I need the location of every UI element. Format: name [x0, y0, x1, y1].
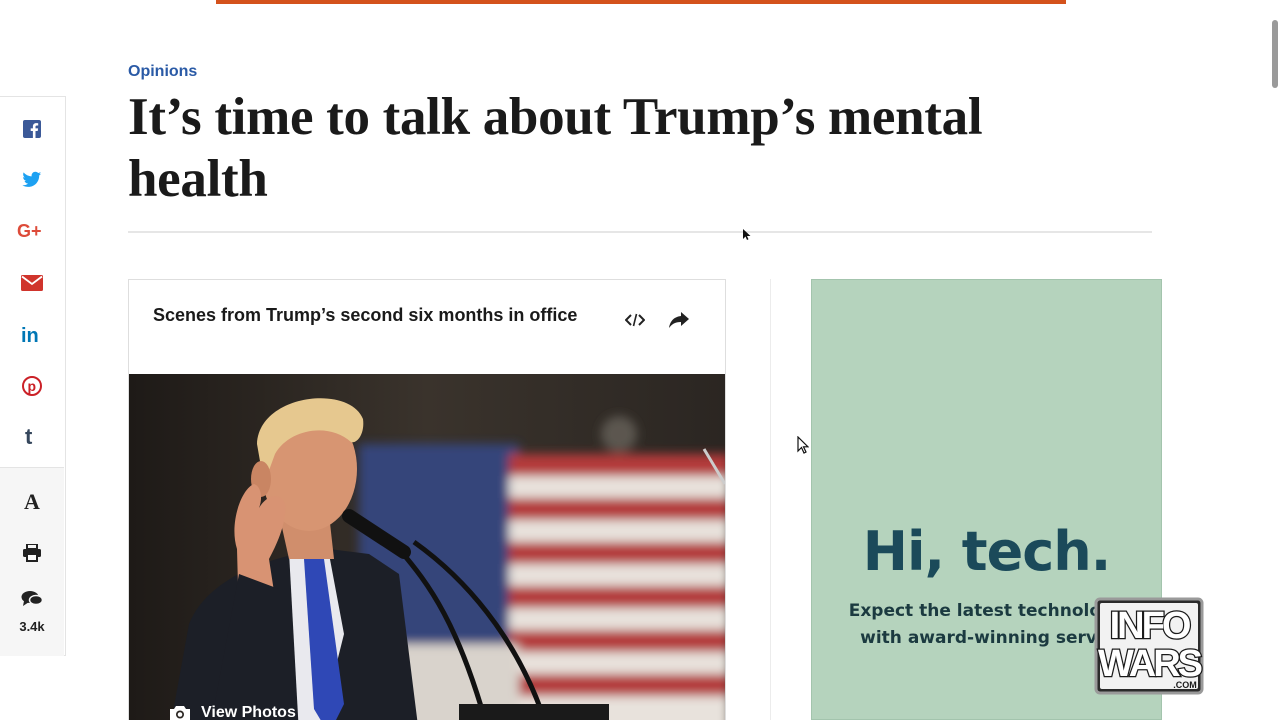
mouse-pointer-icon: [797, 436, 809, 454]
twitter-icon: [22, 171, 42, 187]
svg-text:p: p: [28, 378, 37, 394]
email-icon: [21, 275, 43, 291]
comment-count[interactable]: 3.4k: [0, 619, 64, 634]
embed-button[interactable]: [623, 308, 647, 332]
facebook-share-button[interactable]: [0, 109, 64, 149]
share-arrow-icon: [669, 312, 689, 328]
svg-text:t: t: [25, 425, 33, 447]
facebook-icon: [23, 120, 41, 138]
small-cursor-icon: [743, 229, 751, 240]
svg-text:INFO: INFO: [1110, 605, 1190, 647]
gallery-title[interactable]: Scenes from Trump’s second six months in…: [153, 304, 583, 327]
tumblr-icon: t: [25, 425, 33, 447]
svg-text:G+: G+: [17, 221, 42, 241]
article-headline: It’s time to talk about Trump’s mental h…: [128, 88, 983, 208]
tumblr-share-button[interactable]: t: [0, 416, 64, 456]
pinterest-share-button[interactable]: p: [0, 366, 64, 406]
google-plus-share-button[interactable]: G+: [0, 211, 64, 251]
view-photos-label: View Photos: [201, 704, 296, 720]
pinterest-icon: p: [22, 376, 42, 396]
svg-text:in: in: [21, 325, 39, 345]
infowars-watermark-logo: INFO WARS .COM: [1094, 597, 1205, 695]
print-icon: [23, 544, 41, 562]
embed-code-icon: [625, 313, 645, 327]
google-plus-icon: G+: [17, 221, 42, 241]
svg-text:.COM: .COM: [1173, 680, 1197, 690]
font-size-icon: A: [24, 489, 40, 514]
font-size-button[interactable]: A: [0, 482, 64, 522]
trump-speech-photo: [129, 374, 725, 720]
gallery-photo[interactable]: View Photos: [129, 374, 725, 720]
comments-icon: [21, 591, 43, 606]
scrollbar-thumb[interactable]: [1272, 20, 1278, 88]
view-photos-button[interactable]: View Photos: [169, 704, 296, 720]
share-rail: G+ in p t A 3.4k: [0, 96, 66, 656]
top-accent-bar: [216, 0, 1066, 4]
print-button[interactable]: [0, 533, 64, 573]
email-share-button[interactable]: [0, 263, 64, 303]
photo-gallery-card: Scenes from Trump’s second six months in…: [128, 279, 726, 720]
linkedin-share-button[interactable]: in: [0, 315, 64, 355]
camera-icon: [170, 706, 190, 720]
ad-headline: Hi, tech.: [862, 520, 1111, 583]
gallery-share-button[interactable]: [667, 308, 691, 332]
header-divider: [128, 231, 1152, 233]
section-link-opinions[interactable]: Opinions: [128, 63, 197, 81]
svg-text:WARS: WARS: [1098, 643, 1202, 685]
twitter-share-button[interactable]: [0, 160, 64, 200]
comments-button[interactable]: [0, 584, 64, 614]
column-divider: [770, 279, 771, 720]
linkedin-icon: in: [21, 325, 39, 345]
